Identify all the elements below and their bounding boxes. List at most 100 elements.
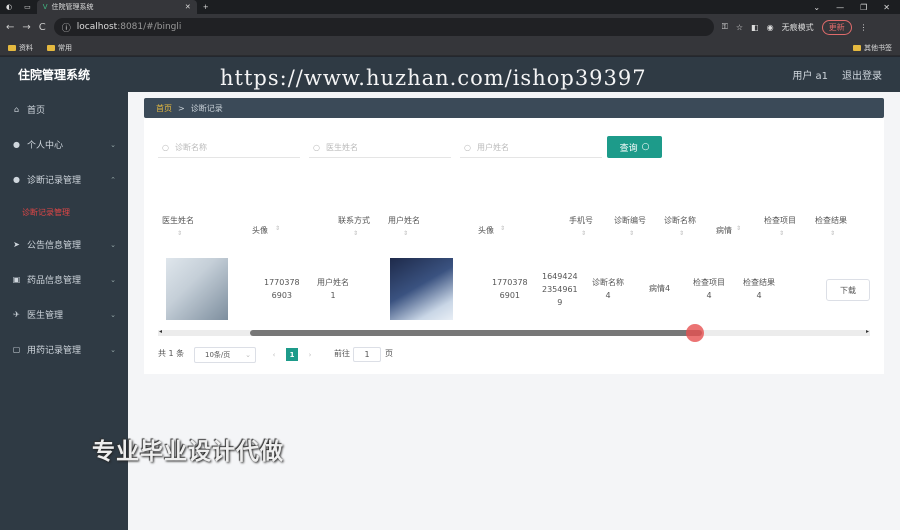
key-icon[interactable]: ⚿ [722, 22, 728, 32]
user-name-placeholder: 用户姓名 [476, 143, 509, 152]
chevron-down-icon: ⌄ [110, 310, 116, 319]
page-size-select[interactable]: 10条/页 ⌄ [194, 347, 256, 363]
browser-tab-inactive[interactable]: ▭ [18, 0, 37, 14]
horizontal-scrollbar[interactable]: ◂ ▸ [158, 328, 870, 336]
search-icon: ○ [641, 142, 650, 152]
reload-icon[interactable]: C [39, 22, 46, 33]
page-size-value: 10条/页 [205, 351, 231, 359]
browser-tab-active[interactable]: V 住院管理系统 ✕ [36, 0, 197, 14]
bookmark-folder-changyong[interactable]: 常用 [47, 43, 72, 53]
url-field[interactable]: ⓘ localhost:8081/#/bingli [53, 18, 714, 36]
header-phone[interactable]: 手机号 [569, 215, 593, 226]
header-avatar[interactable]: 头像 [252, 225, 268, 236]
code-line: 1649424 [542, 272, 578, 281]
sidebar-item-medication[interactable]: ▢ 用药记录管理 ⌄ [0, 332, 128, 367]
sidebar-item-diagnosis[interactable]: ● 诊断记录管理 ⌃ [0, 162, 128, 197]
check-line: 4 [706, 291, 712, 300]
sidebar-item-drugs[interactable]: ▣ 药品信息管理 ⌄ [0, 262, 128, 297]
sort-icon[interactable]: ⇕ [177, 230, 182, 237]
prev-page-button[interactable]: ‹ [268, 348, 280, 361]
sort-icon[interactable]: ⇕ [736, 225, 741, 232]
sort-icon[interactable]: ⇕ [779, 230, 784, 237]
doctor-name-placeholder: 医生姓名 [325, 143, 358, 152]
user-name-line: 1 [330, 291, 336, 300]
browser-menu-icon[interactable]: ◐ [0, 0, 18, 14]
chevron-down-icon: ⌄ [110, 275, 116, 284]
sort-icon[interactable]: ⇕ [581, 230, 586, 237]
forward-icon[interactable]: → [22, 22, 30, 33]
query-button[interactable]: 查询 ○ [607, 136, 662, 158]
chevron-down-icon: ⌄ [245, 351, 251, 359]
header-user-name[interactable]: 用户姓名 [388, 215, 420, 226]
header-check-result[interactable]: 检查结果 [815, 215, 847, 226]
sidebar-subitem-diagnosis[interactable]: 诊断记录管理 [0, 197, 128, 227]
folder-icon [8, 44, 16, 51]
phone-line: 6901 [499, 291, 520, 300]
minimize-icon[interactable]: — [836, 3, 844, 12]
chevron-down-icon: ⌄ [110, 140, 116, 149]
header-user-avatar[interactable]: 头像 [478, 225, 494, 236]
sort-icon[interactable]: ⇕ [629, 230, 634, 237]
header-diagnosis-name[interactable]: 诊断名称 [664, 215, 696, 226]
sidepanel-icon[interactable]: ◧ [751, 23, 759, 32]
update-button[interactable]: 更新 [821, 19, 852, 35]
sidebar-item-label: 首页 [27, 106, 46, 116]
sidebar-item-home[interactable]: ⌂ 首页 [0, 92, 128, 127]
header-check-items[interactable]: 检查项目 [764, 215, 796, 226]
contact-line: 6903 [271, 291, 292, 300]
close-window-icon[interactable]: ✕ [883, 3, 890, 12]
tab-close-icon[interactable]: ✕ [185, 3, 191, 11]
user-name-cell: 用户姓名 1 [317, 276, 349, 302]
query-button-label: 查询 [619, 143, 638, 154]
sort-icon[interactable]: ⇕ [403, 230, 408, 237]
new-tab-button[interactable]: + [197, 0, 215, 14]
sort-icon[interactable]: ⇕ [500, 225, 505, 232]
diagnosis-name-cell: 诊断名称 4 [592, 276, 624, 302]
header-doctor-name[interactable]: 医生姓名 [162, 215, 194, 226]
next-page-button[interactable]: › [304, 348, 316, 361]
diagnosis-name-input[interactable]: ○ 诊断名称 [158, 138, 300, 158]
page-number-button[interactable]: 1 [286, 348, 298, 361]
scroll-left-icon[interactable]: ◂ [159, 328, 162, 335]
sort-icon[interactable]: ⇕ [830, 230, 835, 237]
goto-page-input[interactable]: 1 [353, 347, 381, 362]
sort-icon[interactable]: ⇕ [275, 225, 280, 232]
send-icon: ➤ [13, 240, 20, 249]
chevron-up-icon: ⌃ [110, 175, 116, 184]
diagnosis-line: 4 [605, 291, 611, 300]
other-bookmarks[interactable]: 其他书签 [853, 43, 892, 53]
sort-icon[interactable]: ⇕ [353, 230, 358, 237]
contact-line: 1770378 [264, 278, 300, 287]
info-icon[interactable]: ⓘ [62, 21, 71, 34]
back-icon[interactable]: ← [6, 22, 14, 33]
app-title: 住院管理系统 [18, 68, 91, 82]
window-controls: ⌄ — ❐ ✕ [813, 3, 900, 12]
user-name-input[interactable]: ○ 用户姓名 [460, 138, 602, 158]
scroll-right-icon[interactable]: ▸ [866, 328, 869, 335]
sidebar-item-notice[interactable]: ➤ 公告信息管理 ⌄ [0, 227, 128, 262]
header-contact[interactable]: 联系方式 [338, 215, 370, 226]
result-line: 检查结果 [743, 278, 775, 287]
header-diagnosis-code[interactable]: 诊断编号 [614, 215, 646, 226]
code-line: 2354961 [542, 285, 578, 294]
download-button[interactable]: 下载 [826, 279, 870, 301]
folder-icon [853, 44, 861, 51]
logout-link[interactable]: 退出登录 [842, 67, 882, 82]
header-condition[interactable]: 病情 [716, 225, 732, 236]
maximize-icon[interactable]: ❐ [860, 3, 867, 12]
phone-line: 1770378 [492, 278, 528, 287]
check-items-cell: 检查项目 4 [693, 276, 725, 302]
breadcrumb-home[interactable]: 首页 [156, 103, 172, 114]
sidebar-item-doctors[interactable]: ✈ 医生管理 ⌄ [0, 297, 128, 332]
doctor-name-input[interactable]: ○ 医生姓名 [309, 138, 451, 158]
more-icon[interactable]: ⋮ [860, 23, 868, 32]
bookmark-folder-ziliao[interactable]: 资料 [8, 43, 33, 53]
sidebar-item-profile[interactable]: ● 个人中心 ⌄ [0, 127, 128, 162]
sort-icon[interactable]: ⇕ [679, 230, 684, 237]
star-icon[interactable]: ☆ [736, 23, 743, 32]
chevron-down-icon: ⌄ [110, 240, 116, 249]
content-card: ○ 诊断名称 ○ 医生姓名 ○ 用户姓名 查询 ○ 医生姓名 ⇕ 头像 ⇕ 联系方式 ⇕… [144, 118, 884, 374]
sidebar-item-label: 医生管理 [27, 311, 64, 321]
tab-search-icon[interactable]: ⌄ [813, 3, 820, 12]
scrollbar-thumb[interactable] [250, 330, 702, 336]
